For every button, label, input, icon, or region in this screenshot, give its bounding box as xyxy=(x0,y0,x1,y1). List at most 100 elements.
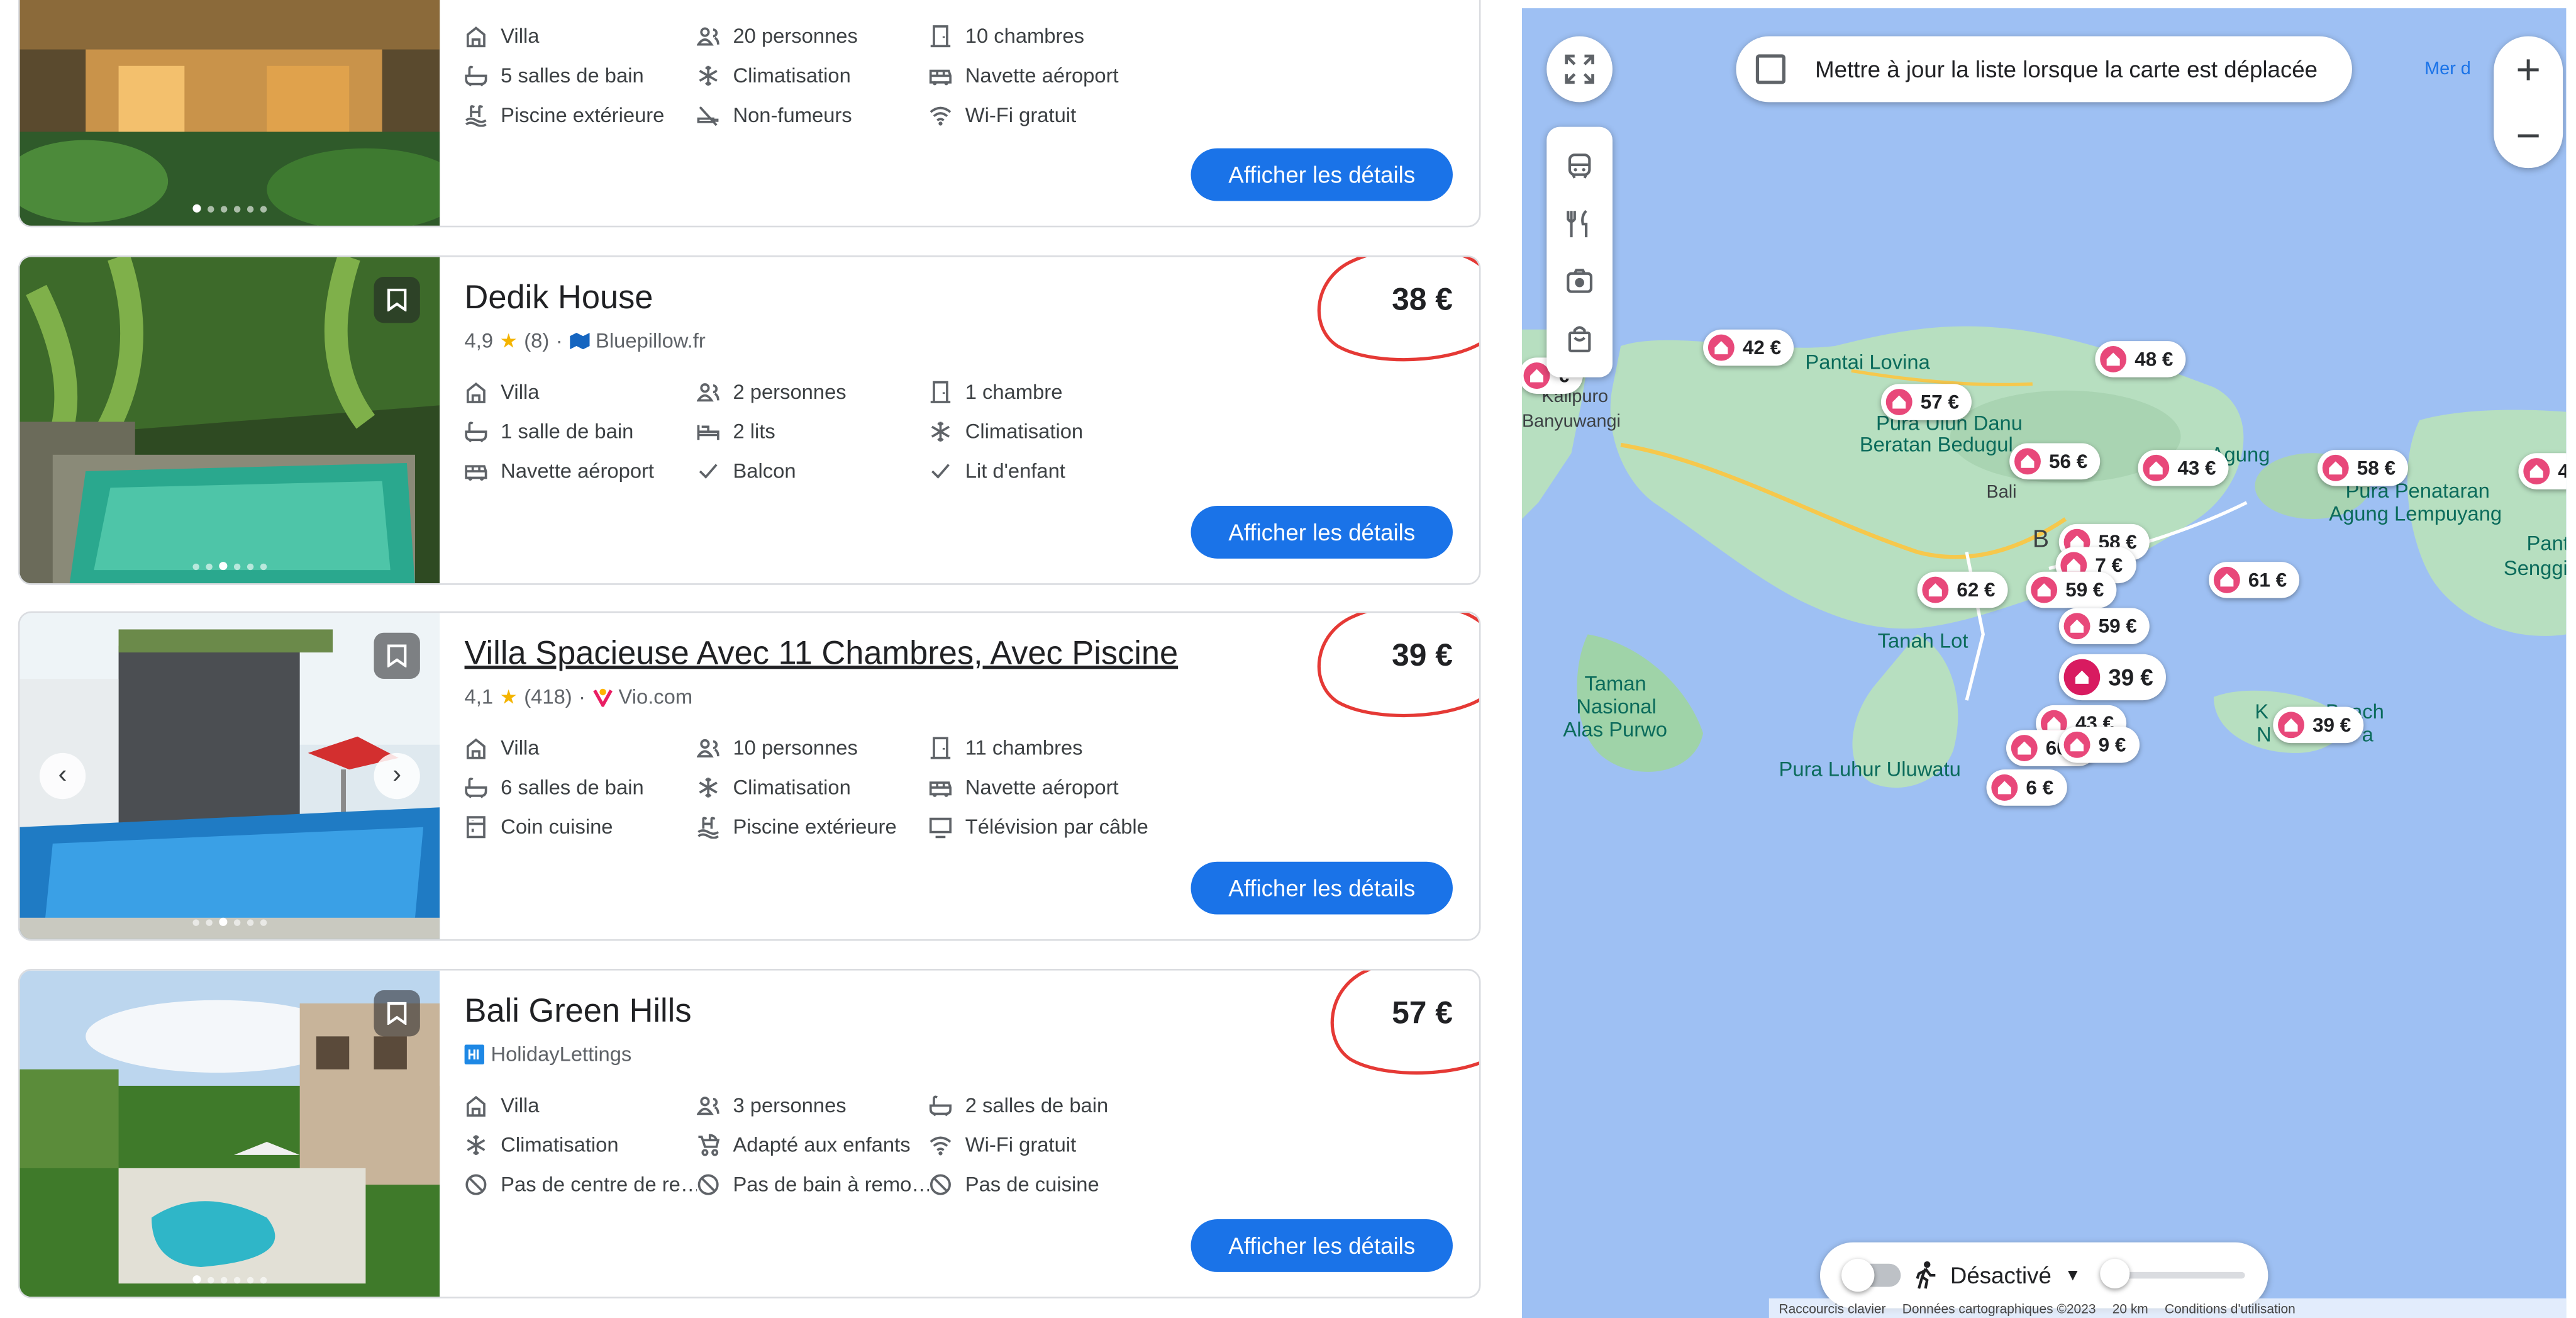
place-label: Pura Luhur Uluwatu xyxy=(1779,757,1961,781)
pin-price: 39 € xyxy=(2312,713,2351,737)
photo-next-button[interactable]: › xyxy=(374,752,420,800)
camera-icon[interactable] xyxy=(1565,266,1594,296)
listing-photo[interactable] xyxy=(19,257,440,584)
star-icon: ★ xyxy=(499,329,518,353)
photo-prev-button[interactable]: ‹ xyxy=(39,752,86,800)
listing-card[interactable]: ‹ › Villa Spacieuse Avec 11 Chambres, Av… xyxy=(18,611,1481,941)
review-count: (8) xyxy=(524,329,550,353)
source-name[interactable]: Bluepillow.fr xyxy=(596,330,706,353)
show-details-button[interactable]: Afficher les détails xyxy=(1191,506,1453,559)
bath-icon xyxy=(465,778,487,798)
people-icon xyxy=(696,27,719,46)
door-icon xyxy=(930,737,951,759)
listing-photo[interactable] xyxy=(19,970,440,1297)
listing-card[interactable]: Dedik House 4,9 ★ (8) · Bluepillow.fr 38… xyxy=(18,255,1481,585)
zoom-out-button[interactable]: − xyxy=(2516,109,2541,160)
feature-item: 2 salles de bain xyxy=(929,1092,1192,1119)
place-label: Alas Purwo xyxy=(1563,718,1668,742)
price-pin[interactable]: 48 € xyxy=(2095,341,2187,377)
feature-item: Wi-Fi gratuit xyxy=(929,102,1192,128)
price-pin[interactable]: 9 € xyxy=(2058,726,2140,763)
price-pin[interactable]: 42 € xyxy=(1703,329,1795,366)
feature-item: Adapté aux enfants xyxy=(697,1132,929,1158)
map[interactable]: Pantai Lovina Kalipuro Banyuwangi Pura U… xyxy=(1521,8,2567,1318)
listing-name[interactable]: Bali Green Hills xyxy=(465,993,692,1031)
map-data-credit: Données cartographiques ©2023 xyxy=(1902,1300,2096,1316)
place-label: Beratan Bedugul xyxy=(1859,433,2013,457)
no-smoking-icon xyxy=(697,106,719,126)
feature-item: Navette aéroport xyxy=(929,63,1192,89)
place-label: Agung Lempuyang xyxy=(2329,502,2502,526)
rating-value: 4,1 xyxy=(464,685,494,709)
feature-label: Navette aéroport xyxy=(965,64,1119,87)
show-details-button[interactable]: Afficher les détails xyxy=(1191,1219,1453,1272)
street-view-toggle[interactable] xyxy=(1841,1258,1901,1292)
pin-price: 59 € xyxy=(2098,614,2137,638)
keyboard-shortcuts-link[interactable]: Raccourcis clavier xyxy=(1779,1301,1886,1316)
place-label: K xyxy=(2255,700,2269,723)
shopping-bag-icon[interactable] xyxy=(1565,324,1594,354)
price-pin[interactable]: 59 € xyxy=(2026,571,2118,608)
feature-item: 5 salles de bain xyxy=(465,63,697,89)
dropdown-arrow-icon[interactable]: ▼ xyxy=(2065,1266,2081,1285)
bath-icon xyxy=(465,422,487,443)
show-details-button[interactable]: Afficher les détails xyxy=(1191,861,1453,915)
price-pin[interactable]: 4 xyxy=(2518,453,2567,489)
snowflake-icon xyxy=(699,65,718,86)
listing-card[interactable]: Bali Green Hills HolidayLettings 57 € Vi… xyxy=(18,968,1481,1298)
transit-icon[interactable] xyxy=(1565,151,1594,181)
listing-photo[interactable]: ‹ › xyxy=(19,613,440,939)
price-pin[interactable]: 58 € xyxy=(2317,449,2409,486)
home-icon xyxy=(2063,659,2101,696)
price-pin[interactable]: 61 € xyxy=(2209,562,2301,598)
listing-card[interactable]: Villa 20 personnes 10 chambres 5 salles de … xyxy=(18,0,1481,228)
show-details-button[interactable]: Afficher les détails xyxy=(1191,148,1453,201)
source-name[interactable]: Vio.com xyxy=(618,686,692,709)
price-pin[interactable]: 43 € xyxy=(2138,449,2229,486)
home-icon xyxy=(2213,566,2240,593)
home-icon xyxy=(2011,735,2038,761)
feature-label: 11 chambres xyxy=(965,736,1083,760)
feature-item: Villa xyxy=(465,23,697,50)
feature-label: Climatisation xyxy=(733,64,851,87)
bookmark-button[interactable] xyxy=(374,632,420,679)
listing-name[interactable]: Dedik House xyxy=(465,280,653,318)
price-pin[interactable]: 57 € xyxy=(1880,384,1972,420)
source-name[interactable]: HolidayLettings xyxy=(491,1043,631,1066)
bookmark-button[interactable] xyxy=(374,276,420,323)
stroller-icon xyxy=(698,1134,720,1156)
pin-price: 57 € xyxy=(1920,390,1959,414)
listing-photo[interactable] xyxy=(19,0,440,226)
snowflake-icon xyxy=(931,422,950,442)
restaurant-icon[interactable] xyxy=(1565,208,1594,238)
home-icon xyxy=(2100,345,2127,372)
pedestrian-icon xyxy=(1916,1261,1936,1289)
feature-label: 10 chambres xyxy=(965,25,1084,48)
zoom-in-button[interactable]: + xyxy=(2516,43,2541,94)
update-on-move-toggle[interactable]: Mettre à jour la liste lorsque la carte … xyxy=(1736,36,2352,103)
terms-link[interactable]: Conditions d'utilisation xyxy=(2165,1301,2296,1316)
feature-label: Wi-Fi gratuit xyxy=(965,103,1077,127)
pool-icon xyxy=(465,105,487,127)
feature-item: Villa xyxy=(465,1092,697,1119)
fullscreen-icon xyxy=(1565,54,1594,84)
price-pin[interactable]: 62 € xyxy=(1917,571,2009,608)
checkbox[interactable] xyxy=(1755,54,1785,84)
fullscreen-button[interactable] xyxy=(1546,36,1613,103)
place-label: Tanah Lot xyxy=(1877,629,1968,653)
price-pin[interactable]: 39 € xyxy=(2273,706,2365,744)
feature-label: Télévision par câble xyxy=(965,815,1148,839)
price-pin[interactable]: 56 € xyxy=(2009,443,2101,480)
villa-icon xyxy=(466,738,486,759)
bed-icon xyxy=(697,425,719,440)
listing-name[interactable]: Villa Spacieuse Avec 11 Chambres, Avec P… xyxy=(465,636,1179,674)
price-pin[interactable]: 59 € xyxy=(2058,608,2150,645)
feature-label: Piscine extérieure xyxy=(501,103,665,127)
price-pin[interactable]: 6 € xyxy=(1986,769,2067,806)
place-label: a xyxy=(2362,723,2373,747)
feature-item: Climatisation xyxy=(697,774,929,801)
price-pin[interactable]: 39 € xyxy=(2058,654,2167,701)
street-view-slider[interactable] xyxy=(2101,1258,2246,1289)
bookmark-button[interactable] xyxy=(374,990,420,1037)
map-layer-toolbar xyxy=(1546,126,1613,377)
